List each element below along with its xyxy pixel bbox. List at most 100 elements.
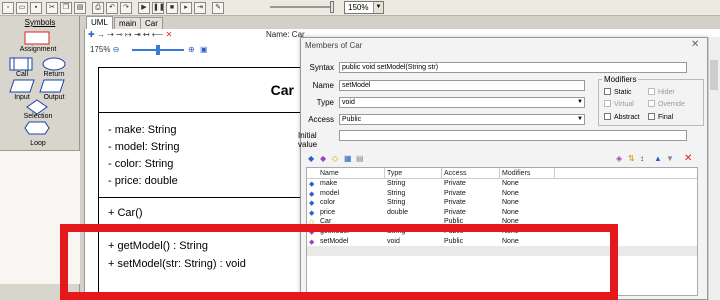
symbol-call[interactable]: Call <box>10 71 34 78</box>
modifiers-title: Modifiers <box>602 75 639 84</box>
undo-icon[interactable]: ↶ <box>106 2 118 14</box>
zoom-out-icon[interactable]: ⊖ <box>113 45 120 54</box>
syntax-field[interactable]: public void setModel(String str) <box>339 62 687 73</box>
move-down-icon[interactable]: ▼ <box>666 154 674 163</box>
add-member-icon[interactable]: ✚ <box>88 30 95 39</box>
call-symbol-icon <box>9 57 33 71</box>
symbol-assignment[interactable]: Assignment <box>18 46 58 53</box>
field-icon: ◆ <box>309 200 315 208</box>
member-list-toolbar: ◆ ◆ ◇ ▦ ▤ ◈ ⇅ ↕ ▲ ▼ ✕ <box>306 153 698 166</box>
speed-slider-track[interactable] <box>270 6 332 8</box>
arrow-icon[interactable]: ⊸ <box>116 30 123 39</box>
paste-icon[interactable]: ▤ <box>74 2 86 14</box>
arrow-icon[interactable]: ⟵ <box>152 30 163 39</box>
table-cell-type: double <box>387 208 409 216</box>
type-value: void <box>342 99 355 106</box>
symbol-return[interactable]: Return <box>42 71 66 78</box>
sort-alpha-icon[interactable]: ↕ <box>640 154 644 163</box>
uml-attribute[interactable]: - price: double <box>108 175 178 187</box>
column-header-name[interactable]: Name <box>320 170 339 177</box>
uml-method[interactable]: + Car() <box>108 207 143 219</box>
access-value: Public <box>342 116 362 123</box>
zoom-select[interactable]: 150% ▼ <box>344 1 384 14</box>
symbol-selection[interactable]: Selection <box>18 113 58 120</box>
zoom-in-icon[interactable]: ⊕ <box>188 45 195 54</box>
arrow-icon[interactable]: ⇥ <box>134 30 141 39</box>
generate-icon[interactable]: ▤ <box>356 154 364 163</box>
step-over-icon[interactable]: ▸ <box>180 2 192 14</box>
column-separator <box>554 168 555 178</box>
copy-icon[interactable]: ❐ <box>60 2 72 14</box>
symbols-title: Symbols <box>24 18 56 27</box>
uml-attribute[interactable]: - make: String <box>108 124 176 136</box>
symbol-input[interactable]: Input <box>8 94 36 101</box>
selection-symbol-icon <box>26 99 48 115</box>
speed-slider-thumb[interactable] <box>330 1 334 13</box>
name-field[interactable]: setModel <box>339 80 585 91</box>
uml-attribute[interactable]: - color: String <box>108 158 173 170</box>
sort-type-icon[interactable]: ⇅ <box>628 154 635 163</box>
final-checkbox[interactable]: Final <box>648 113 673 121</box>
chevron-down-icon[interactable]: ▼ <box>373 2 383 13</box>
add-constructor-icon[interactable]: ◇ <box>332 154 338 163</box>
access-select[interactable]: Public ▼ <box>339 114 585 125</box>
dialog-title: Members of Car <box>305 41 363 50</box>
table-cell-name: make <box>320 180 338 187</box>
static-checkbox[interactable]: Static <box>604 88 632 96</box>
uml-class-header: Car <box>98 67 308 113</box>
column-separator <box>441 168 442 178</box>
table-cell-modifiers: None <box>502 208 519 216</box>
new-file-icon[interactable]: ▫ <box>2 2 14 14</box>
pause-icon[interactable]: ❚❚ <box>152 2 165 14</box>
print-icon[interactable]: ⎙ <box>92 2 104 14</box>
uml-attribute[interactable]: - model: String <box>108 141 180 153</box>
arrow-icon[interactable]: ↤ <box>143 30 150 39</box>
arrow-icon[interactable]: → <box>97 30 105 39</box>
editor-zoom-row: 175% ⊖ <box>90 45 119 54</box>
arrow-icon[interactable]: ⇢ <box>107 30 114 39</box>
assignment-symbol-icon <box>24 31 50 45</box>
editor-zoom-thumb[interactable] <box>156 45 160 55</box>
hider-label: Hider <box>658 89 675 96</box>
close-icon[interactable]: ✕ <box>691 39 699 50</box>
stop-icon[interactable]: ■ <box>166 2 178 14</box>
add-property-icon[interactable]: ▦ <box>344 154 352 163</box>
arrow-icon[interactable]: ↦ <box>125 30 132 39</box>
tab-uml[interactable]: UML <box>86 16 113 29</box>
scrollbar-thumb[interactable] <box>710 60 718 90</box>
step-into-icon[interactable]: ⇥ <box>194 2 206 14</box>
delete-icon[interactable]: ✕ <box>166 30 173 39</box>
column-header-type[interactable]: Type <box>387 170 402 177</box>
play-icon[interactable]: ▶ <box>138 2 150 14</box>
tab-main[interactable]: main <box>114 17 142 29</box>
add-method-icon[interactable]: ◆ <box>320 154 326 163</box>
symbol-loop[interactable]: Loop <box>18 140 58 147</box>
chevron-down-icon[interactable]: ▼ <box>577 98 583 107</box>
redo-icon[interactable]: ↷ <box>120 2 132 14</box>
open-folder-icon[interactable]: ▭ <box>16 2 28 14</box>
type-select[interactable]: void ▼ <box>339 97 585 108</box>
sort-icon[interactable]: ◈ <box>616 154 622 163</box>
highlight-annotation <box>60 224 618 300</box>
add-field-icon[interactable]: ◆ <box>308 154 314 163</box>
column-header-access[interactable]: Access <box>444 170 467 177</box>
table-cell-access: Private <box>444 199 466 207</box>
delete-icon[interactable]: ✕ <box>684 153 692 164</box>
pencil-icon[interactable]: ✎ <box>212 2 224 14</box>
initial-value-field[interactable] <box>339 130 687 141</box>
column-header-modifiers[interactable]: Modifiers <box>502 170 530 177</box>
symbol-output[interactable]: Output <box>40 94 68 101</box>
cut-icon[interactable]: ✂ <box>46 2 58 14</box>
abstract-checkbox[interactable]: Abstract <box>604 113 640 121</box>
table-cell-name: price <box>320 208 336 216</box>
name-label: Name <box>312 81 334 90</box>
name-label: Name: <box>266 30 290 39</box>
move-up-icon[interactable]: ▲ <box>654 154 662 163</box>
tab-car[interactable]: Car <box>140 17 163 29</box>
table-cell-type: String <box>387 180 406 187</box>
field-icon: ◆ <box>309 181 315 188</box>
chevron-down-icon[interactable]: ▼ <box>577 115 583 124</box>
editor-zoom-value: 175% <box>90 45 111 54</box>
fit-icon[interactable]: ▣ <box>200 45 208 54</box>
save-icon[interactable]: ▪ <box>30 2 42 14</box>
